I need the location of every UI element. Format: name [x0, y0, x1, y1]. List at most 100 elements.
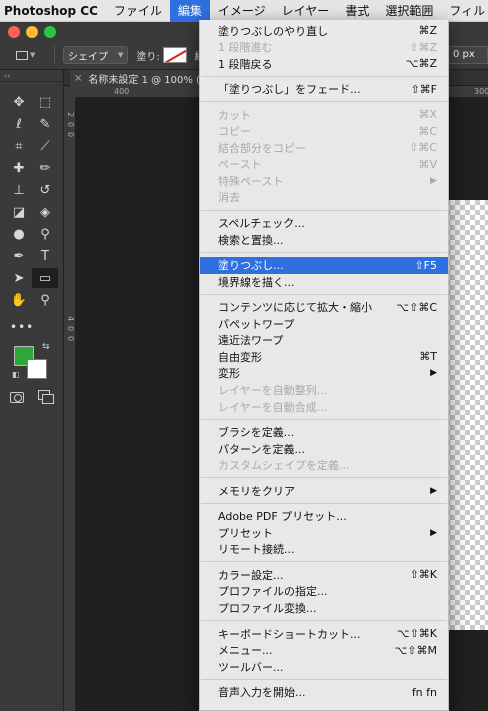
menu-item[interactable]: パペットワープ	[200, 315, 448, 332]
close-window-button[interactable]	[8, 26, 20, 38]
menu-item-label: レイヤーを自動合成...	[218, 400, 328, 414]
screen-mode-icon[interactable]	[38, 390, 54, 404]
bucket-icon[interactable]: ◈	[32, 202, 58, 222]
menu-item[interactable]: 音声入力を開始... fn fn	[200, 684, 448, 701]
menu-item[interactable]: イメージ	[210, 0, 274, 22]
blur-icon[interactable]: ●	[6, 224, 32, 244]
menu-item[interactable]: レイヤー	[274, 0, 338, 22]
menu-item[interactable]: 書式	[337, 0, 377, 22]
menu-item[interactable]: メニュー... ⌥⇧⌘M	[200, 642, 448, 659]
menu-item-label: カラー設定...	[218, 568, 284, 582]
menu-item[interactable]: 境界線を描く...	[200, 273, 448, 290]
quick-mask-icon[interactable]	[10, 392, 24, 403]
ruler-tick-label: 0	[66, 132, 75, 138]
collapse-panel-icon[interactable]: ‹‹	[0, 70, 63, 82]
eyedropper-icon[interactable]: ⟋	[32, 136, 58, 156]
vertical-ruler[interactable]: 2 0 0 4 0 0	[64, 98, 76, 711]
menu-item-label: 自由変形	[218, 350, 262, 364]
menu-item[interactable]: 変形 ▶	[200, 365, 448, 382]
menu-item-label: 結合部分をコピー	[218, 141, 306, 155]
menu-item[interactable]: メモリをクリア ▶	[200, 482, 448, 499]
swap-colors-icon[interactable]: ⇆	[42, 342, 50, 352]
menu-item[interactable]: ブラシを定義...	[200, 424, 448, 441]
menu-item[interactable]: 選択範囲	[377, 0, 441, 22]
type-icon[interactable]: T	[32, 246, 58, 266]
eraser-icon[interactable]: ◪	[6, 202, 32, 222]
crop-icon[interactable]: ⌗	[6, 136, 32, 156]
menu-item[interactable]: 検索と置換...	[200, 231, 448, 248]
chevron-down-icon: ▼	[118, 51, 124, 59]
menu-item-label: 1 段階進む	[218, 41, 273, 55]
history-brush-icon[interactable]: ↺	[32, 180, 58, 200]
healing-icon[interactable]: ✚	[6, 158, 32, 178]
move-icon[interactable]: ✥	[6, 92, 32, 112]
menu-item[interactable]: ファイル	[106, 0, 170, 22]
close-tab-icon[interactable]: ×	[74, 73, 82, 84]
lasso-icon[interactable]: ℓ	[6, 114, 32, 134]
menu-item: レイヤーを自動合成...	[200, 398, 448, 415]
menu-separator	[201, 418, 447, 420]
brush-icon[interactable]: ✏	[32, 158, 58, 178]
menu-app-name[interactable]: Photoshop CC	[0, 0, 106, 22]
window-controls	[8, 26, 56, 38]
menu-item-shortcut: ⇧⌘K	[409, 568, 437, 582]
menu-item: 1 段階進む ⇧⌘Z	[200, 39, 448, 56]
menu-item[interactable]: カラー設定... ⇧⌘K	[200, 566, 448, 583]
ruler-corner	[64, 86, 76, 98]
document-tab[interactable]: × 名称未設定 1 @ 100% (L	[70, 70, 212, 86]
menu-item-label: ペースト	[218, 158, 262, 172]
menu-item[interactable]: キーボードショートカット... ⌥⇧⌘K	[200, 625, 448, 642]
dodge-icon[interactable]: ⚲	[32, 224, 58, 244]
menu-item[interactable]: 塗りつぶし... ⇧F5	[200, 256, 448, 274]
path-select-icon[interactable]: ➤	[6, 268, 32, 288]
menu-item[interactable]: フィル	[441, 0, 488, 22]
tools-panel: ‹‹ ✥ ⬚ ℓ ✎ ⌗ ⟋ ✚ ✏ ⊥ ↺ ◪ ◈ ● ⚲ ✒ T ➤ ▭ ✋ ⚲ ••• ⇆ ◧	[0, 70, 64, 711]
rectangle-icon[interactable]: ▭	[32, 268, 58, 288]
edit-menu: 塗りつぶしのやり直し ⌘Z 1 段階進む ⇧⌘Z 1 段階戻る ⌥⌘Z 「塗りつぶし」をフェ…	[199, 20, 449, 711]
menu-item[interactable]: 編集	[169, 0, 210, 22]
menu-item[interactable]: パターンを定義...	[200, 440, 448, 457]
fill-color-swatch[interactable]	[162, 47, 187, 63]
background-color-swatch[interactable]	[27, 359, 47, 379]
menu-item[interactable]: プリセット ▶	[200, 524, 448, 541]
menu-item[interactable]: 「塗りつぶし」をフェード... ⇧⌘F	[200, 81, 448, 98]
marquee-icon[interactable]: ⬚	[32, 92, 58, 112]
menu-item[interactable]: コンテンツに応じて拡大・縮小 ⌥⇧⌘C	[200, 299, 448, 316]
default-colors-icon[interactable]: ◧	[12, 370, 20, 379]
menu-item-label: リモート接続...	[218, 543, 295, 557]
pen-icon[interactable]: ✒	[6, 246, 32, 266]
zoom-window-button[interactable]	[44, 26, 56, 38]
menu-item[interactable]: プロファイルの指定...	[200, 583, 448, 600]
zoom-icon[interactable]: ⚲	[32, 290, 58, 310]
quick-select-icon[interactable]: ✎	[32, 114, 58, 134]
menu-item[interactable]: リモート接続...	[200, 541, 448, 558]
hand-icon[interactable]: ✋	[6, 290, 32, 310]
menu-item: カスタムシェイプを定義...	[200, 457, 448, 474]
minimize-window-button[interactable]	[26, 26, 38, 38]
menu-item[interactable]: ツールバー...	[200, 658, 448, 675]
menu-item[interactable]: 自由変形 ⌘T	[200, 348, 448, 365]
width-field[interactable]: 0 px	[448, 46, 488, 64]
menu-separator	[201, 502, 447, 504]
tool-mode-dropdown[interactable]: シェイプ ▼	[63, 46, 129, 64]
ruler-tick-label: 0	[66, 122, 75, 128]
menu-item-label: 特殊ペースト	[218, 174, 284, 188]
tool-preset-picker[interactable]: ▼	[16, 46, 46, 64]
menu-item[interactable]: 遠近法ワープ	[200, 332, 448, 349]
menu-item: 特殊ペースト ▶	[200, 172, 448, 189]
menu-separator	[201, 561, 447, 563]
menu-item-shortcut: ⌥⇧⌘K	[396, 627, 437, 641]
ruler-tick-label: 4	[66, 316, 75, 322]
menu-item-shortcut: ⇧⌘F	[410, 82, 437, 96]
menu-item-label: レイヤーを自動整列...	[218, 383, 328, 397]
menu-item[interactable]: Adobe PDF プリセット...	[200, 508, 448, 525]
menu-item[interactable]: 1 段階戻る ⌥⌘Z	[200, 55, 448, 72]
menu-item-label: 音声入力を開始...	[218, 686, 306, 700]
menu-item[interactable]: プロファイル変換...	[200, 600, 448, 617]
menu-item[interactable]: 塗りつぶしのやり直し ⌘Z	[200, 22, 448, 39]
stamp-icon[interactable]: ⊥	[6, 180, 32, 200]
menu-item-shortcut: ⌘V	[418, 157, 437, 171]
menu-item-label: 塗りつぶし...	[218, 259, 284, 273]
edit-toolbar-icon[interactable]: •••	[10, 320, 34, 334]
menu-item[interactable]: スペルチェック...	[200, 215, 448, 232]
